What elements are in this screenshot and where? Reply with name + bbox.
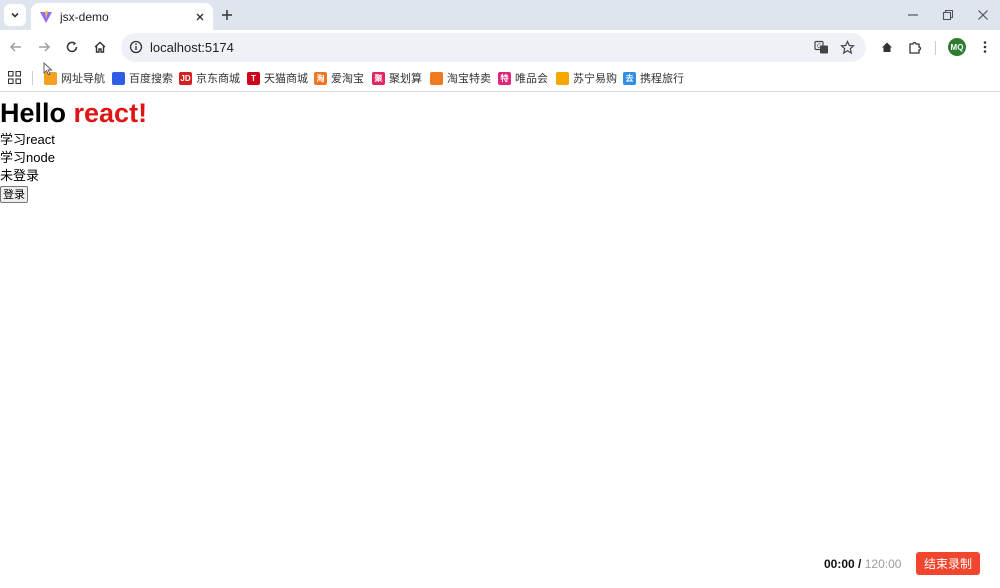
more-vertical-icon [983, 41, 987, 53]
bookmarks-separator [32, 71, 33, 85]
recording-limit: 120:00 [864, 557, 902, 571]
bookmark-item[interactable]: 淘爱淘宝 [314, 70, 364, 86]
bookmark-label: 苏宁易购 [573, 73, 617, 85]
heading-prefix: Hello [0, 98, 74, 128]
home-button[interactable] [91, 38, 109, 56]
close-window-button[interactable] [974, 6, 992, 24]
bookmark-item[interactable]: 淘宝特卖 [430, 70, 491, 86]
bookmark-item[interactable]: 特唯品会 [498, 70, 548, 86]
restore-icon [942, 9, 954, 21]
puzzle-icon [908, 41, 921, 54]
bookmark-label: 京东商城 [196, 73, 240, 85]
bookmark-label: 唯品会 [515, 73, 548, 85]
svg-text:G: G [817, 43, 822, 50]
minimize-button[interactable] [904, 6, 922, 24]
plus-icon [222, 10, 232, 20]
tab-jsx-demo[interactable]: jsx-demo [31, 3, 213, 30]
recording-elapsed: 00:00 [824, 557, 855, 571]
menu-button[interactable] [976, 38, 994, 56]
bookmark-label: 聚划算 [389, 73, 422, 85]
stop-recording-button[interactable]: 结束录制 [916, 552, 980, 575]
bookmark-item[interactable]: 网址导航 [44, 70, 105, 86]
extensions-button[interactable] [906, 38, 924, 56]
bookmark-label: 天猫商城 [264, 73, 308, 85]
bookmark-label: 网址导航 [61, 73, 105, 85]
address-bar[interactable]: localhost:5174 G [121, 33, 866, 62]
ctrip-icon: 去 [623, 71, 636, 85]
back-button[interactable] [7, 38, 25, 56]
bookmark-item[interactable]: 苏宁易购 [556, 70, 617, 86]
bookmarks-bar: 网址导航 百度搜索 JD 京东商城 T 天猫商城淘爱淘宝聚聚划算 淘宝特卖特唯品会 苏宁易购去… [0, 65, 1000, 92]
vip-icon: 特 [498, 71, 511, 85]
reload-button[interactable] [63, 38, 81, 56]
profile-avatar[interactable]: MQ [948, 38, 966, 56]
home-icon [882, 42, 892, 52]
tab-search-button[interactable] [4, 4, 26, 26]
page-heading: Hello react! [0, 97, 147, 129]
vite-logo-icon [40, 10, 52, 23]
recording-separator: / [854, 557, 865, 571]
recording-timer: 00:00 / 120:00 [824, 557, 901, 571]
baidu-paw-icon [112, 71, 125, 85]
translate-icon: G [814, 40, 828, 54]
aitaobao-icon: 淘 [314, 71, 327, 85]
tab-close-icon[interactable] [193, 10, 207, 24]
arrow-right-icon [39, 42, 51, 52]
bookmark-item[interactable]: 百度搜索 [112, 70, 173, 86]
juhuasuan-icon: 聚 [372, 71, 385, 85]
jd-icon: JD [179, 71, 192, 85]
forward-button[interactable] [35, 38, 53, 56]
bookmark-label: 携程旅行 [640, 73, 684, 85]
taobao-temai-icon [430, 71, 443, 85]
bookmark-item[interactable]: JD 京东商城 [179, 70, 240, 86]
bookmark-item[interactable]: 去携程旅行 [623, 70, 684, 86]
restore-button[interactable] [939, 6, 957, 24]
bookmark-item[interactable]: T 天猫商城 [247, 70, 308, 86]
list-item: 学习node [0, 150, 55, 165]
tab-title: jsx-demo [60, 9, 109, 24]
reload-icon [66, 41, 78, 53]
address-url[interactable]: localhost:5174 [150, 40, 234, 55]
site-info-icon[interactable] [129, 40, 143, 54]
arrow-left-icon [9, 42, 21, 52]
heading-name: react! [73, 98, 148, 128]
home-shortcut-button[interactable] [878, 38, 896, 56]
chevron-down-icon [11, 12, 19, 18]
minimize-icon [908, 14, 918, 16]
star-icon [840, 40, 855, 55]
apps-grid-icon[interactable] [8, 71, 21, 84]
bookmark-star-button[interactable] [839, 39, 856, 56]
bookmark-label: 爱淘宝 [331, 73, 364, 85]
page-viewport: Hello react! 学习react 学习node 未登录 登录 [0, 93, 1000, 588]
close-icon [978, 10, 988, 20]
bookmark-label: 百度搜索 [129, 73, 173, 85]
tmall-icon: T [247, 71, 260, 85]
bookmark-label: 淘宝特卖 [447, 73, 491, 85]
translate-button[interactable]: G [813, 39, 830, 56]
login-status: 未登录 [0, 168, 40, 183]
tab-strip: jsx-demo [0, 0, 1000, 30]
login-button[interactable]: 登录 [0, 186, 28, 203]
home-icon [94, 41, 106, 53]
suning-icon [556, 71, 569, 85]
mouse-cursor-icon [43, 62, 53, 76]
bookmark-item[interactable]: 聚聚划算 [372, 70, 422, 86]
toolbar-divider [935, 41, 936, 55]
list-item: 学习react [0, 132, 55, 147]
browser-toolbar: localhost:5174 G MQ [0, 30, 1000, 65]
new-tab-button[interactable] [219, 7, 235, 23]
